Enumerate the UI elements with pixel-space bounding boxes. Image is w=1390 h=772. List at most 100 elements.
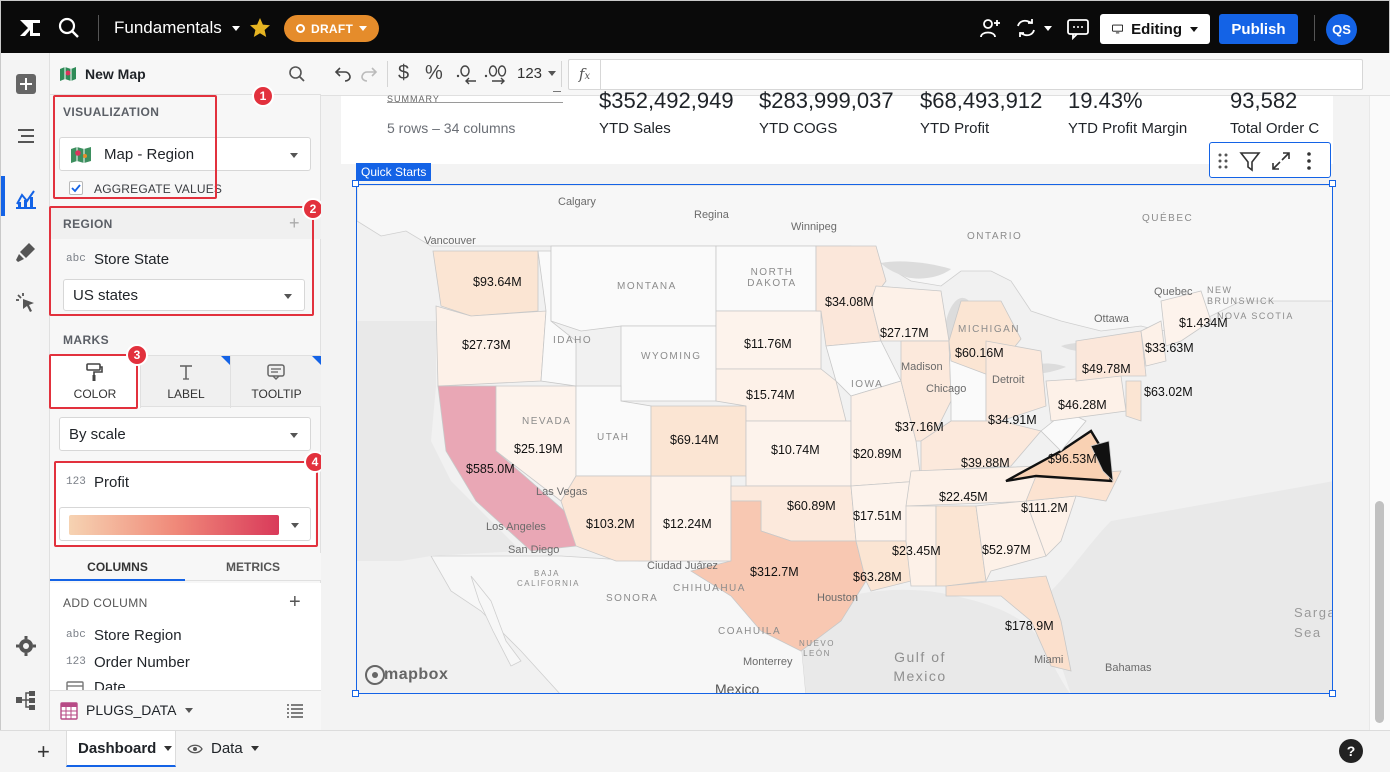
map-icon [59,66,77,82]
kpi-total-orders[interactable]: 93,582 Total Order C [1230,88,1333,137]
editing-label: Editing [1131,20,1182,38]
currency-format-icon[interactable]: $ [398,62,409,85]
column-item[interactable]: Store Region [94,627,182,644]
redo-icon[interactable] [359,64,379,84]
filter-icon[interactable] [1239,150,1261,172]
summary-table-partial[interactable]: SUMMARY [387,89,563,103]
publish-label: Publish [1231,20,1286,38]
help-icon[interactable]: ? [1339,739,1363,763]
resize-handle[interactable] [352,180,359,187]
sigma-logo-icon[interactable] [17,15,43,41]
resize-handle[interactable] [1329,180,1336,187]
place-label: NEW BRUNSWICK [1207,285,1276,306]
draft-status-badge[interactable]: DRAFT [284,15,380,42]
search-icon[interactable] [288,65,306,83]
source-select[interactable]: PLUGS_DATA [86,702,193,718]
editing-mode-button[interactable]: Editing [1100,14,1210,44]
column-item[interactable]: Date [94,679,126,690]
percent-format-icon[interactable]: % [425,62,443,85]
add-column-icon[interactable]: + [289,591,301,614]
map-svg [357,185,1332,693]
region-label-ks: $10.74M [771,443,820,457]
workbook-title-menu[interactable]: Fundamentals [114,18,240,38]
region-map[interactable]: Calgary Regina Winnipeg Vancouver ONTARI… [356,184,1333,694]
decrease-decimal-icon[interactable] [455,63,479,85]
brush-icon[interactable] [11,237,41,267]
marks-tab-label-tab[interactable]: LABEL [140,356,231,408]
resize-handle[interactable] [1329,690,1336,697]
place-label: Mexico [715,681,760,694]
kpi-ytd-profit-margin[interactable]: 19.43% YTD Profit Margin [1068,88,1187,137]
chevron-down-icon [290,433,298,438]
publish-button[interactable]: Publish [1219,14,1298,44]
drag-handle-icon[interactable] [1218,152,1228,170]
region-label-mi: $60.16M [955,346,1004,360]
top-bar: Fundamentals DRAFT Editing Publish QS [0,0,1390,53]
kpi-ytd-profit[interactable]: $68,493,912 YTD Profit [920,88,1042,137]
calendar-icon [66,680,84,690]
element-tag[interactable]: Quick Starts [356,163,432,181]
hierarchy-icon[interactable] [11,685,41,715]
chart-icon[interactable] [11,184,41,214]
region-label-ky: $39.88M [961,456,1010,470]
add-user-icon[interactable] [978,16,1002,40]
place-label: NUEVO LEÓN [799,639,835,658]
annotation-box-3 [49,354,138,409]
annotation-badge-1: 1 [252,85,274,107]
region-label-al: $52.97M [982,543,1031,557]
color-mode-select[interactable]: By scale [59,417,311,451]
mapbox-attribution: mapbox [384,666,449,683]
region-label-nc: $111.2M [1021,501,1068,515]
add-page-icon[interactable]: + [37,739,50,765]
bottom-bar: + Dashboard Data ? [0,730,1390,772]
tab-columns[interactable]: COLUMNS [50,553,185,581]
comment-icon[interactable] [1066,16,1090,41]
region-label-nv: $25.19M [514,442,563,456]
place-label: San Diego [508,544,560,556]
chevron-down-icon [250,746,259,751]
tab-metrics[interactable]: METRICS [185,553,321,581]
increase-decimal-icon[interactable] [484,63,510,85]
scrollbar-thumb[interactable] [1375,501,1384,723]
user-avatar[interactable]: QS [1326,14,1357,45]
kpi-ytd-sales[interactable]: $352,492,949 YTD Sales [599,88,734,137]
text-icon[interactable] [11,121,41,151]
region-label-ms: $23.45M [892,544,941,558]
place-label: Calgary [558,196,596,208]
kpi-label: YTD Profit [920,120,990,137]
chevron-down-icon [184,707,193,713]
region-label-tx: $312.7M [750,565,799,579]
add-icon[interactable] [11,69,41,99]
tab-data[interactable]: Data [187,740,259,757]
place-label: Winnipeg [791,221,837,233]
kpi-ytd-cogs[interactable]: $283,999,037 YTD COGS [759,88,894,137]
number-format-select[interactable]: 123 [517,65,557,82]
kpi-value: $68,493,912 [920,88,1043,113]
settings-icon[interactable] [11,631,41,661]
canvas-scrollbar[interactable] [1369,96,1390,730]
undo-icon[interactable] [333,64,353,84]
summary-strip: SUMMARY 5 rows – 34 columns $352,492,949… [341,88,1333,164]
cursor-icon[interactable] [11,288,41,318]
sync-menu[interactable] [1014,16,1054,40]
divider [98,15,99,41]
resize-handle[interactable] [352,690,359,697]
place-label: IDAHO [553,335,593,346]
region-label-la: $63.28M [853,570,902,584]
divider [561,61,562,87]
workbook-title: Fundamentals [114,18,222,37]
column-item[interactable]: Order Number [94,654,190,671]
chevron-down-icon [164,746,173,751]
panel-header: New Map [50,53,321,95]
expand-icon[interactable] [1271,151,1291,171]
star-icon[interactable] [248,16,272,40]
formula-bar[interactable]: fx [568,59,1363,90]
annotation-badge-3: 3 [126,344,148,366]
marks-tab-tooltip[interactable]: TOOLTIP [230,356,322,408]
more-options-icon[interactable] [1306,151,1312,171]
place-label: Detroit [992,374,1025,386]
list-icon[interactable] [286,703,304,719]
search-icon[interactable] [57,16,81,40]
tab-dashboard[interactable]: Dashboard [66,731,176,767]
element-name[interactable]: New Map [85,66,146,82]
